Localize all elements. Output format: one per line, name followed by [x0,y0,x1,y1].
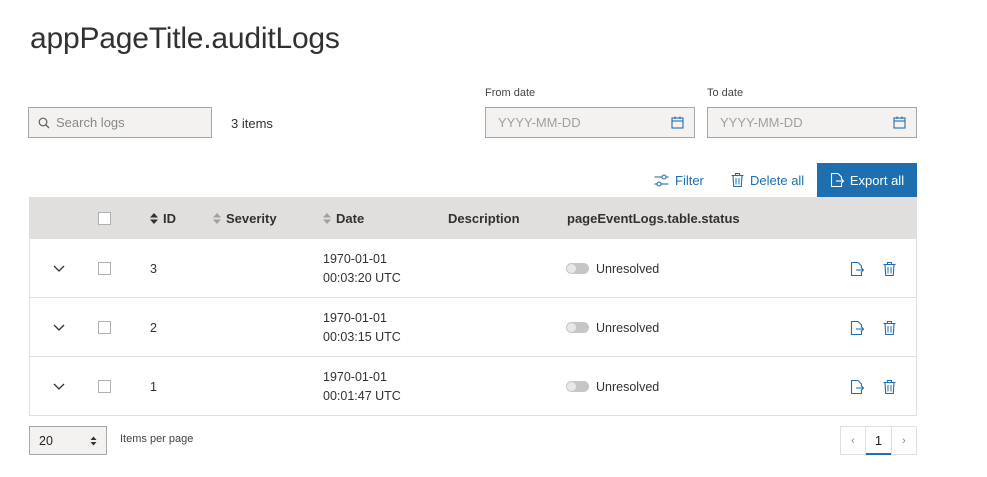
row-id: 3 [150,261,157,276]
column-status-header: pageEventLogs.table.status [567,198,740,238]
column-id-header[interactable]: ID [150,198,176,238]
next-page-button[interactable]: › [892,427,916,454]
row-delete-button[interactable] [883,239,896,298]
items-per-page-select[interactable]: 20 [29,426,107,455]
column-status-label: pageEventLogs.table.status [567,210,740,226]
row-status: Unresolved [566,298,659,357]
search-input[interactable] [56,115,206,130]
row-checkbox[interactable] [98,298,111,357]
search-icon [38,117,50,128]
delete-all-button[interactable]: Delete all [731,163,804,197]
select-all-checkbox[interactable] [98,198,111,238]
column-severity-header[interactable]: Severity [213,198,277,238]
row-status-label: Unresolved [596,261,660,276]
to-date-field[interactable] [707,107,917,138]
row-date-day: 1970-01-01 [323,310,387,325]
items-per-page-value: 20 [39,433,53,448]
column-id-label: ID [163,210,176,226]
row-date: 1970-01-01 00:03:20 UTC [323,239,401,298]
updown-caret-icon [90,436,97,445]
previous-page-button[interactable]: ‹ [841,427,865,454]
trash-icon [883,320,896,335]
table-row: 3 1970-01-01 00:03:20 UTC Unresolved [30,238,916,297]
row-export-button[interactable] [850,298,864,357]
row-status: Unresolved [566,357,659,416]
export-all-button[interactable]: Export all [817,163,917,197]
filter-label: Filter [675,172,704,188]
row-date: 1970-01-01 00:01:47 UTC [323,357,401,416]
filter-sliders-icon [654,173,669,187]
sort-icon [150,212,158,224]
row-checkbox[interactable] [98,239,111,298]
row-status-label: Unresolved [596,320,660,335]
row-status: Unresolved [566,239,659,298]
column-date-label: Date [336,210,365,226]
row-export-button[interactable] [850,357,864,416]
row-date-time: 00:03:20 UTC [323,270,401,285]
chevron-down-icon [53,265,65,272]
pagination: ‹ 1 › [840,426,917,455]
audit-logs-table: ID Severity Date Description pageEventLo… [29,197,917,416]
to-date-input[interactable] [720,115,870,130]
column-date-header[interactable]: Date [323,198,364,238]
row-id: 2 [150,320,157,335]
page-number-button[interactable]: 1 [865,427,892,455]
export-icon [850,320,864,335]
expand-row-button[interactable] [53,298,65,357]
row-date-day: 1970-01-01 [323,251,387,266]
search-box[interactable] [28,107,212,138]
resolve-toggle[interactable] [566,381,589,392]
resolve-toggle[interactable] [566,322,589,333]
to-date-label: To date [707,87,744,99]
chevron-down-icon [53,383,65,390]
calendar-icon[interactable] [671,116,684,129]
items-per-page-label: Items per page [120,433,194,445]
page-title: appPageTitle.auditLogs [30,22,340,55]
row-status-label: Unresolved [596,379,660,394]
trash-icon [731,173,744,187]
column-description-label: Description [448,210,520,226]
export-icon [850,379,864,394]
row-date-time: 00:03:15 UTC [323,329,401,344]
chevron-right-icon: › [902,434,906,447]
trash-icon [883,379,896,394]
filter-button[interactable]: Filter [654,163,704,197]
row-date-day: 1970-01-01 [323,369,387,384]
export-icon [850,261,864,276]
trash-icon [883,261,896,276]
table-row: 1 1970-01-01 00:01:47 UTC Unresolved [30,356,916,415]
row-date: 1970-01-01 00:03:15 UTC [323,298,401,357]
expand-row-button[interactable] [53,239,65,298]
calendar-icon[interactable] [893,116,906,129]
row-delete-button[interactable] [883,357,896,416]
row-checkbox[interactable] [98,357,111,416]
from-date-label: From date [485,87,536,99]
items-count: 3 items [231,116,273,131]
row-id: 1 [150,379,157,394]
row-delete-button[interactable] [883,298,896,357]
from-date-input[interactable] [498,115,648,130]
expand-row-button[interactable] [53,357,65,416]
table-row: 2 1970-01-01 00:03:15 UTC Unresolved [30,297,916,356]
chevron-left-icon: ‹ [851,434,855,447]
sort-icon [323,212,331,224]
column-description-header: Description [448,198,520,238]
export-all-label: Export all [849,172,905,188]
sort-icon [213,212,221,224]
chevron-down-icon [53,324,65,331]
delete-all-label: Delete all [750,172,805,188]
from-date-field[interactable] [485,107,695,138]
row-date-time: 00:01:47 UTC [323,388,401,403]
column-severity-label: Severity [226,210,277,226]
export-icon [830,173,844,187]
row-export-button[interactable] [850,239,864,298]
table-header: ID Severity Date Description pageEventLo… [30,198,916,238]
resolve-toggle[interactable] [566,263,589,274]
